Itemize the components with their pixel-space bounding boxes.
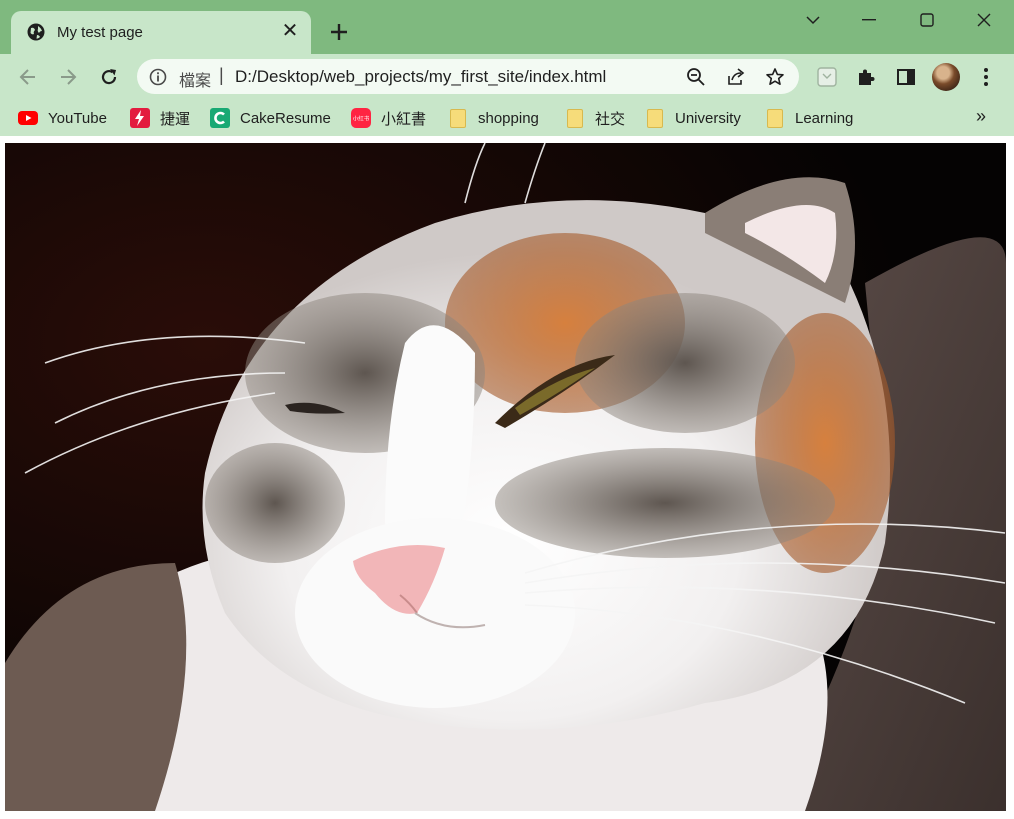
reload-icon — [101, 69, 117, 85]
close-icon — [977, 13, 991, 27]
bookmark-label: 捷運 — [160, 110, 191, 128]
bookmark-label: 社交 — [595, 110, 626, 128]
bookmarks-bar: YouTube 捷運 CakeResume 小红书 小紅書 shopping 社… — [0, 100, 1014, 136]
menu-button[interactable] — [973, 64, 999, 90]
tab-search-button[interactable] — [791, 8, 835, 32]
more-vert-icon — [984, 68, 988, 86]
share-button[interactable] — [725, 66, 747, 88]
folder-icon — [645, 108, 665, 128]
globe-icon — [27, 23, 45, 41]
address-bar[interactable]: 檔案 | D:/Desktop/web_projects/my_first_si… — [137, 59, 799, 94]
new-tab-button[interactable] — [326, 20, 352, 46]
plus-icon — [331, 24, 347, 40]
arrow-left-icon — [19, 69, 35, 85]
divider: | — [219, 65, 224, 85]
tab-active[interactable]: My test page ✕ — [11, 11, 311, 54]
bookmark-cakeresume[interactable]: CakeResume — [210, 106, 331, 130]
bookmark-star-button[interactable] — [764, 66, 786, 88]
close-window-button[interactable] — [962, 8, 1006, 32]
bookmark-folder-learning[interactable]: Learning — [765, 106, 853, 130]
cat-photo — [5, 143, 1006, 811]
bookmark-folder-shopping[interactable]: shopping — [448, 106, 539, 130]
info-icon[interactable] — [149, 68, 167, 86]
extension-button[interactable] — [814, 64, 840, 90]
url-text[interactable]: D:/Desktop/web_projects/my_first_site/in… — [235, 67, 606, 87]
folder-icon — [765, 108, 785, 128]
puzzle-icon — [859, 69, 875, 85]
bookmark-mrt[interactable]: 捷運 — [130, 106, 190, 130]
xiaohongshu-icon: 小红书 — [351, 108, 371, 128]
star-icon — [766, 68, 784, 85]
tab-strip: My test page ✕ — [0, 0, 1014, 54]
bookmark-label: shopping — [478, 109, 539, 127]
bookmark-label: Learning — [795, 109, 854, 127]
folder-icon — [565, 108, 585, 128]
folder-icon — [448, 108, 468, 128]
toolbar: 檔案 | D:/Desktop/web_projects/my_first_si… — [0, 54, 1014, 100]
zoom-out-icon — [687, 68, 705, 86]
bookmark-label: CakeResume — [240, 109, 331, 127]
close-tab-icon[interactable]: ✕ — [279, 20, 301, 42]
youtube-icon — [18, 108, 38, 128]
reload-button[interactable] — [96, 64, 122, 90]
cakeresume-icon — [210, 108, 230, 128]
bookmark-folder-social[interactable]: 社交 — [565, 106, 625, 130]
bookmark-label: 小紅書 — [381, 110, 427, 128]
side-panel-button[interactable] — [893, 64, 919, 90]
profile-avatar[interactable] — [932, 63, 960, 91]
side-panel-icon — [897, 69, 915, 85]
minimize-button[interactable] — [847, 8, 891, 32]
maximize-button[interactable] — [905, 8, 949, 32]
bookmark-xiaohongshu[interactable]: 小红书 小紅書 — [351, 106, 426, 130]
scheme-label: 檔案 — [179, 73, 212, 90]
page-content — [0, 136, 1014, 819]
arrow-right-icon — [61, 69, 77, 85]
logo-text: 小红书 — [353, 115, 370, 123]
extensions-button[interactable] — [853, 64, 879, 90]
forward-button[interactable] — [55, 64, 81, 90]
back-button[interactable] — [15, 64, 41, 90]
bookmark-label: YouTube — [48, 109, 107, 127]
extension-app-icon — [817, 67, 837, 87]
browser-window: My test page ✕ 檔案 | D:/Desktop/web_proje… — [0, 0, 1014, 819]
share-icon — [728, 68, 745, 85]
bookmark-label: University — [675, 109, 741, 127]
bookmark-youtube[interactable]: YouTube — [18, 106, 107, 130]
tab-title: My test page — [57, 24, 143, 41]
maximize-icon — [920, 13, 934, 27]
bookmark-folder-university[interactable]: University — [645, 106, 741, 130]
zoom-button[interactable] — [685, 66, 707, 88]
more-bookmarks-icon[interactable]: » — [976, 106, 986, 127]
bolt-icon — [130, 108, 150, 128]
chevron-down-icon — [806, 16, 820, 25]
minimize-icon — [862, 19, 876, 21]
